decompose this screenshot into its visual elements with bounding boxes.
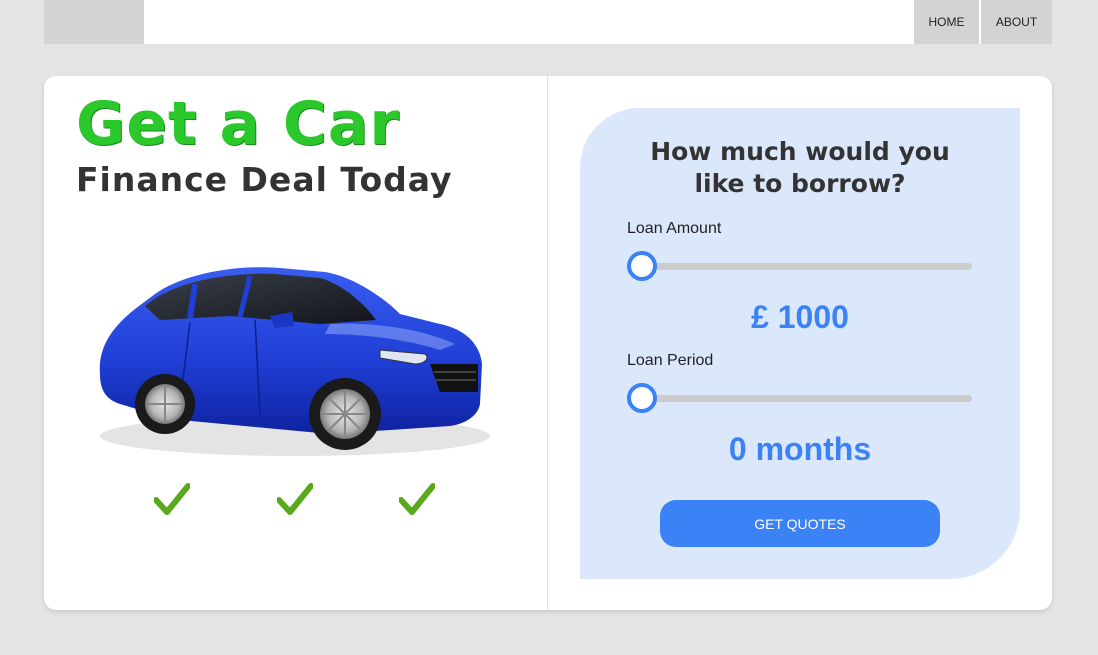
nav-home-link[interactable]: HOME bbox=[914, 0, 979, 44]
loan-amount-slider-track[interactable] bbox=[640, 263, 972, 270]
checkmark-icon bbox=[399, 483, 435, 515]
hero-title: Get a Car bbox=[76, 89, 400, 159]
loan-period-value: 0 months bbox=[728, 431, 872, 467]
checkmark-icon bbox=[277, 483, 313, 515]
loan-question-text: How much would you like to borrow? bbox=[650, 137, 950, 198]
nav-menu: HOME ABOUT bbox=[914, 0, 1052, 44]
top-navbar: HOME ABOUT bbox=[44, 0, 1052, 44]
logo-placeholder bbox=[44, 0, 144, 44]
car-illustration bbox=[99, 267, 490, 456]
car-image bbox=[80, 254, 490, 462]
loan-amount-value: £ 1000 bbox=[751, 299, 849, 335]
loan-period-slider-track[interactable] bbox=[640, 395, 972, 402]
hero-subtitle: Finance Deal Today bbox=[76, 160, 453, 199]
checkmark-icon bbox=[154, 483, 190, 515]
loan-period-label: Loan Period bbox=[627, 352, 714, 369]
loan-question-heading: How much would you like to borrow? bbox=[580, 136, 1020, 200]
loan-amount-slider-thumb[interactable] bbox=[627, 251, 657, 281]
card-divider bbox=[547, 76, 548, 610]
nav-about-link[interactable]: ABOUT bbox=[981, 0, 1052, 44]
main-card: Get a Car Finance Deal Today How much wo… bbox=[44, 76, 1052, 610]
loan-amount-label: Loan Amount bbox=[627, 220, 722, 237]
get-quotes-button[interactable]: GET QUOTES bbox=[660, 500, 940, 547]
loan-calculator-panel: How much would you like to borrow? Loan … bbox=[580, 108, 1020, 579]
loan-period-slider-thumb[interactable] bbox=[627, 383, 657, 413]
